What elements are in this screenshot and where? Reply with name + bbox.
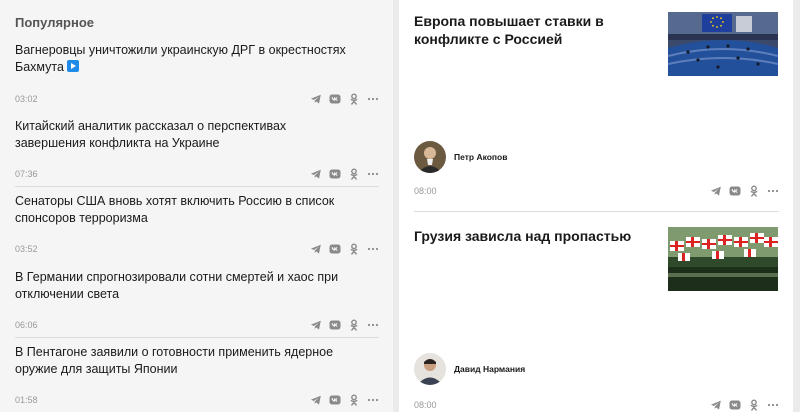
news-meta: 07:36 bbox=[15, 168, 379, 182]
news-title-link[interactable]: Сенаторы США вновь хотят включить Россию… bbox=[15, 193, 360, 227]
news-time: 06:06 bbox=[15, 320, 38, 330]
articles-panel: Европа повышает ставки в конфликте с Рос… bbox=[399, 0, 793, 412]
more-icon[interactable] bbox=[367, 394, 379, 406]
odnoklassniki-icon[interactable] bbox=[348, 168, 360, 180]
news-time: 07:36 bbox=[15, 169, 38, 179]
telegram-icon[interactable] bbox=[310, 319, 322, 331]
article-meta: 08:00 bbox=[414, 185, 779, 199]
article-meta: 08:00 bbox=[414, 399, 779, 412]
divider bbox=[414, 211, 779, 212]
odnoklassniki-icon[interactable] bbox=[348, 394, 360, 406]
video-icon bbox=[66, 60, 79, 72]
odnoklassniki-icon[interactable] bbox=[748, 185, 760, 197]
news-title-link[interactable]: Китайский аналитик рассказал о перспекти… bbox=[15, 118, 360, 152]
news-meta: 03:02 bbox=[15, 93, 379, 107]
vk-icon[interactable] bbox=[329, 168, 341, 180]
author-name: Давид Нармания bbox=[454, 364, 526, 374]
more-icon[interactable] bbox=[367, 93, 379, 105]
author-avatar bbox=[414, 141, 446, 173]
news-meta: 06:06 bbox=[15, 319, 379, 333]
european-parliament-photo[interactable] bbox=[668, 12, 778, 76]
author-name: Петр Акопов bbox=[454, 152, 508, 162]
share-bar bbox=[310, 243, 379, 255]
news-meta: 01:58 bbox=[15, 394, 379, 408]
news-title-link[interactable]: Вагнеровцы уничтожили украинскую ДРГ в о… bbox=[15, 42, 360, 76]
more-icon[interactable] bbox=[767, 399, 779, 411]
article-title-link[interactable]: Европа повышает ставки в конфликте с Рос… bbox=[414, 12, 644, 48]
more-icon[interactable] bbox=[367, 319, 379, 331]
article-time: 08:00 bbox=[414, 400, 437, 410]
telegram-icon[interactable] bbox=[310, 93, 322, 105]
news-time: 03:52 bbox=[15, 244, 38, 254]
odnoklassniki-icon[interactable] bbox=[348, 243, 360, 255]
section-title: Популярное bbox=[15, 15, 95, 30]
article-time: 08:00 bbox=[414, 186, 437, 196]
article-title-link[interactable]: Грузия зависла над пропастью bbox=[414, 227, 644, 245]
vk-icon[interactable] bbox=[329, 394, 341, 406]
odnoklassniki-icon[interactable] bbox=[348, 319, 360, 331]
share-bar bbox=[310, 319, 379, 331]
more-icon[interactable] bbox=[767, 185, 779, 197]
more-icon[interactable] bbox=[367, 168, 379, 180]
news-meta: 03:52 bbox=[15, 243, 379, 257]
odnoklassniki-icon[interactable] bbox=[348, 93, 360, 105]
share-bar bbox=[310, 93, 379, 105]
vk-icon[interactable] bbox=[729, 399, 741, 411]
divider bbox=[15, 337, 379, 338]
share-bar bbox=[710, 185, 779, 197]
telegram-icon[interactable] bbox=[710, 185, 722, 197]
share-bar bbox=[310, 168, 379, 180]
more-icon[interactable] bbox=[367, 243, 379, 255]
telegram-icon[interactable] bbox=[710, 399, 722, 411]
vk-icon[interactable] bbox=[329, 319, 341, 331]
telegram-icon[interactable] bbox=[310, 243, 322, 255]
popular-panel: Популярное Вагнеровцы уничтожили украинс… bbox=[0, 0, 393, 412]
author-avatar bbox=[414, 353, 446, 385]
news-time: 03:02 bbox=[15, 94, 38, 104]
share-bar bbox=[310, 394, 379, 406]
vk-icon[interactable] bbox=[729, 185, 741, 197]
telegram-icon[interactable] bbox=[310, 394, 322, 406]
telegram-icon[interactable] bbox=[310, 168, 322, 180]
news-time: 01:58 bbox=[15, 395, 38, 405]
news-title-link[interactable]: В Германии спрогнозировали сотни смертей… bbox=[15, 269, 360, 303]
odnoklassniki-icon[interactable] bbox=[748, 399, 760, 411]
news-title-link[interactable]: В Пентагоне заявили о готовности примени… bbox=[15, 344, 360, 378]
georgian-flags-photo[interactable] bbox=[668, 227, 778, 291]
vk-icon[interactable] bbox=[329, 93, 341, 105]
divider bbox=[15, 186, 379, 187]
vk-icon[interactable] bbox=[329, 243, 341, 255]
share-bar bbox=[710, 399, 779, 411]
